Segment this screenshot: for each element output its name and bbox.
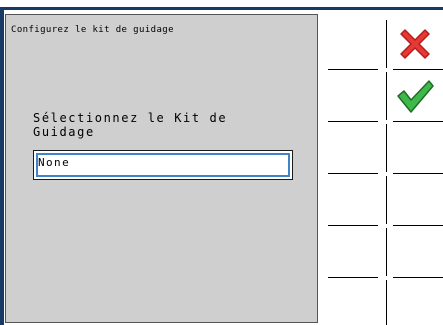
softkey-column — [318, 10, 443, 325]
guidance-kit-dialog: Configurez le kit de guidage Sélectionne… — [5, 14, 318, 323]
softkey-4[interactable] — [318, 174, 443, 226]
dialog-title: Configurez le kit de guidage — [11, 25, 174, 35]
top-bar — [0, 0, 443, 7]
select-focus-ring — [36, 153, 290, 177]
cancel-x-icon — [400, 29, 430, 59]
cancel-button[interactable] — [318, 18, 443, 70]
guidance-kit-select[interactable]: None — [33, 150, 293, 180]
softkey-5[interactable] — [318, 226, 443, 278]
select-kit-label: Sélectionnez le Kit de Guidage — [33, 111, 228, 139]
softkey-6[interactable] — [318, 278, 443, 325]
left-border — [0, 10, 4, 325]
selected-kit-value: None — [38, 156, 71, 169]
softkey-3[interactable] — [318, 122, 443, 174]
confirm-button[interactable] — [318, 70, 443, 122]
confirm-check-icon — [397, 80, 434, 113]
screen: Configurez le kit de guidage Sélectionne… — [0, 0, 443, 325]
